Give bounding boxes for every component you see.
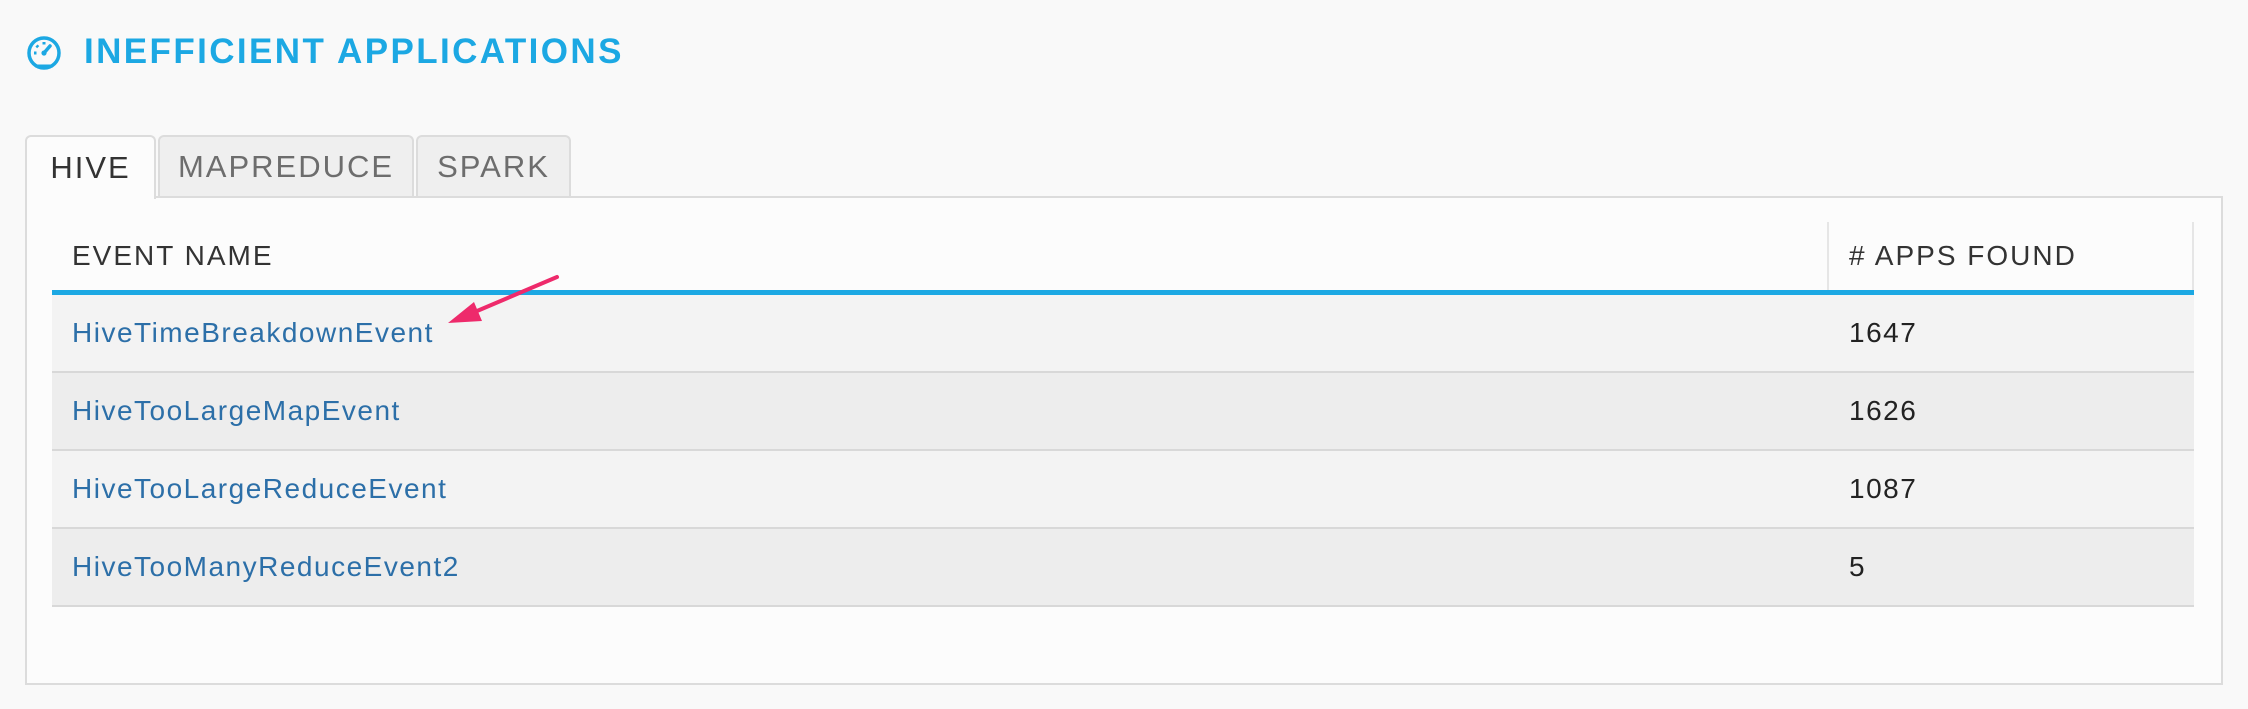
event-link[interactable]: HiveTimeBreakdownEvent [72,317,434,349]
event-name-cell: HiveTooManyReduceEvent2 [52,529,1829,605]
tab-panel: EVENT NAME # APPS FOUND HiveTimeBreakdow… [25,196,2223,685]
table-row: HiveTimeBreakdownEvent 1647 [52,295,2194,373]
apps-found-cell: 1647 [1849,317,1918,348]
event-name-cell: HiveTooLargeMapEvent [52,373,1829,449]
apps-found-cell: 1087 [1849,473,1918,504]
event-link[interactable]: HiveTooLargeMapEvent [72,395,401,427]
table-row: HiveTooLargeMapEvent 1626 [52,373,2194,451]
column-header-apps-found[interactable]: # APPS FOUND [1829,222,2194,290]
page-title: INEFFICIENT APPLICATIONS [84,32,624,71]
table-row: HiveTooLargeReduceEvent 1087 [52,451,2194,529]
events-table: EVENT NAME # APPS FOUND HiveTimeBreakdow… [52,222,2194,607]
event-name-cell: HiveTooLargeReduceEvent [52,451,1829,527]
tab-mapreduce[interactable]: MAPREDUCE [158,135,414,197]
table-row: HiveTooManyReduceEvent2 5 [52,529,2194,607]
apps-found-cell: 5 [1849,551,1867,582]
speedometer-icon [24,32,64,72]
apps-found-cell: 1626 [1849,395,1918,426]
event-name-cell: HiveTimeBreakdownEvent [52,295,1829,371]
table-header: EVENT NAME # APPS FOUND [52,222,2194,295]
tab-spark[interactable]: SPARK [416,135,571,197]
event-link[interactable]: HiveTooLargeReduceEvent [72,473,447,505]
tab-hive[interactable]: HIVE [25,135,156,199]
page-header: INEFFICIENT APPLICATIONS [24,28,624,76]
event-link[interactable]: HiveTooManyReduceEvent2 [72,551,460,583]
app-type-tabs: HIVE MAPREDUCE SPARK [25,135,573,199]
column-header-event-name[interactable]: EVENT NAME [52,222,1829,290]
